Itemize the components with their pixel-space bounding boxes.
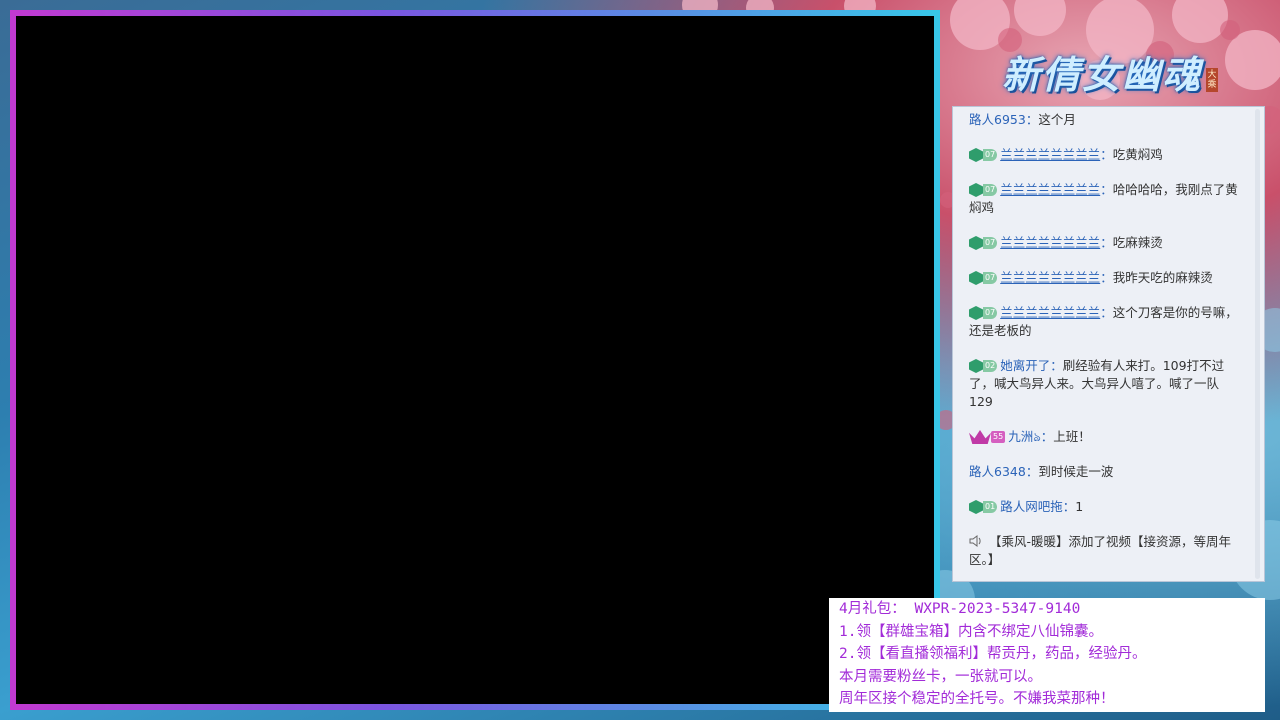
vip-crown-badge-icon: 55 (969, 430, 1006, 444)
chat-message-text: 我昨天吃的麻辣烫 (1112, 270, 1213, 285)
chat-separator: ： (1050, 358, 1063, 373)
chat-message-text: 这个月 (1038, 112, 1076, 127)
chat-message-text: 到时候走一波 (1038, 464, 1114, 479)
chat-username[interactable]: 路人网吧拖 (1000, 499, 1063, 514)
video-player-area[interactable] (10, 10, 940, 710)
fan-level-badge-icon: 01 (969, 500, 998, 514)
chat-message: 07 兰兰兰兰兰兰兰兰：吃黄焖鸡 (969, 146, 1238, 164)
chat-username[interactable]: 她离开了 (1000, 358, 1050, 373)
chat-message-text: 1 (1075, 499, 1084, 514)
chat-separator: ： (1025, 112, 1039, 127)
game-logo-tag: 大乘 (1206, 68, 1219, 92)
chat-message: 路人6348：到时候走一波 (969, 463, 1238, 481)
chat-message: 07 兰兰兰兰兰兰兰兰：吃麻辣烫 (969, 234, 1238, 252)
chat-message: 01 路人网吧拖：1 (969, 498, 1238, 516)
chat-message: 07 兰兰兰兰兰兰兰兰：这个刀客是你的号嘛，还是老板的 (969, 304, 1238, 340)
chat-message-text: 吃麻辣烫 (1112, 235, 1163, 250)
chat-system-message: 【乘风-暖暖】添加了视频【接资源，等周年区。】 (969, 533, 1238, 569)
notice-line: 1.领【群雄宝箱】内含不绑定八仙锦囊。 (839, 623, 1103, 640)
chat-message: 02 她离开了：刷经验有人来打。109打不过了，喊大鸟异人来。大鸟异人嘻了。喊了一… (969, 357, 1238, 411)
notice-line: 4月礼包： WXPR-2023-5347-9140 (839, 601, 1081, 617)
game-logo-text: 新倩女幽魂 (1002, 51, 1203, 97)
chat-username[interactable]: 九洲ঌ (1008, 429, 1041, 444)
chat-separator: ： (1040, 429, 1054, 444)
notice-line: 2.领【看直播领福利】帮贡丹，药品，经验丹。 (839, 646, 1147, 662)
fan-level-badge-icon: 02 (969, 359, 998, 373)
speaker-icon (969, 535, 981, 547)
system-message-text: 【乘风-暖暖】添加了视频【接资源，等周年区。】 (969, 534, 1232, 567)
chat-separator: ： (1100, 182, 1113, 197)
chat-message-list[interactable]: 路人6953：这个月 07 兰兰兰兰兰兰兰兰：吃黄焖鸡 07 兰兰兰兰兰兰兰兰：哈哈哈哈… (953, 107, 1264, 569)
notice-line: 本月需要粉丝卡，一张就可以。 (839, 668, 1042, 685)
video-screen (16, 16, 934, 704)
chat-separator: ： (1025, 464, 1039, 479)
chat-username[interactable]: 路人6348 (969, 464, 1026, 479)
chat-separator: ： (1100, 235, 1113, 250)
chat-username[interactable]: 兰兰兰兰兰兰兰兰 (1000, 305, 1100, 320)
fan-level-badge-icon: 07 (969, 148, 998, 162)
chat-separator: ： (1100, 147, 1113, 162)
fan-level-badge-icon: 07 (969, 236, 998, 250)
chat-message: 路人6953：这个月 (969, 111, 1238, 129)
streamer-notice-board: 4月礼包： WXPR-2023-5347-9140 1.领【群雄宝箱】内含不绑定… (829, 598, 1265, 712)
chat-message: 55 九洲ঌ：上班！ (969, 428, 1238, 446)
chat-username[interactable]: 兰兰兰兰兰兰兰兰 (1000, 182, 1100, 197)
chat-separator: ： (1100, 270, 1113, 285)
chat-username[interactable]: 兰兰兰兰兰兰兰兰 (1000, 147, 1100, 162)
chat-separator: ： (1062, 499, 1076, 514)
chat-message: 07 兰兰兰兰兰兰兰兰：哈哈哈哈，我刚点了黄焖鸡 (969, 181, 1238, 217)
chat-message-text: 上班！ (1053, 429, 1091, 444)
chat-scrollbar[interactable] (1255, 109, 1260, 579)
chat-username[interactable]: 路人6953 (969, 112, 1026, 127)
fan-level-badge-icon: 07 (969, 183, 998, 197)
chat-username[interactable]: 兰兰兰兰兰兰兰兰 (1000, 235, 1100, 250)
game-logo: 新倩女幽魂 大乘 (1002, 36, 1242, 106)
notice-line: 周年区接个稳定的全托号。不嫌我菜那种！ (839, 691, 1115, 707)
fan-level-badge-icon: 07 (969, 271, 998, 285)
chat-message: 07 兰兰兰兰兰兰兰兰：我昨天吃的麻辣烫 (969, 269, 1238, 287)
chat-message-text: 吃黄焖鸡 (1112, 147, 1163, 162)
chat-username[interactable]: 兰兰兰兰兰兰兰兰 (1000, 270, 1100, 285)
chat-separator: ： (1100, 305, 1113, 320)
chat-panel: 路人6953：这个月 07 兰兰兰兰兰兰兰兰：吃黄焖鸡 07 兰兰兰兰兰兰兰兰：哈哈哈哈… (952, 106, 1265, 582)
fan-level-badge-icon: 07 (969, 306, 998, 320)
